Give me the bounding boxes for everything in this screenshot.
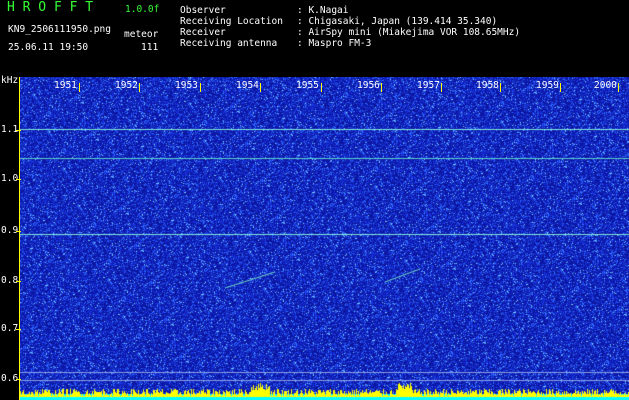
x-tick-mark (500, 83, 501, 92)
x-tick-label: 1954 (236, 80, 259, 91)
filename-label: KN9_2506111950.png (8, 24, 111, 35)
header-panel: H R O F F T 1.0.0f KN9_2506111950.png me… (0, 0, 629, 76)
x-tick-mark (381, 83, 382, 92)
waterfall-canvas (20, 77, 629, 400)
y-axis-line (19, 77, 20, 400)
location-value: : Chigasaki, Japan (139.414 35.340) (297, 16, 498, 27)
observer-label: Observer (180, 5, 226, 16)
observer-value: : K.Nagai (297, 5, 349, 16)
y-tick-mark (16, 231, 21, 232)
count-label: 111 (141, 42, 159, 53)
y-tick-mark (16, 130, 21, 131)
x-tick-mark (560, 83, 561, 92)
x-tick-label: 1956 (357, 80, 380, 91)
x-tick-mark (79, 83, 80, 92)
x-tick-mark (139, 83, 140, 92)
x-tick-label: 1951 (54, 80, 77, 91)
mode-label: meteor (124, 29, 159, 40)
x-tick-label: 1957 (417, 80, 440, 91)
y-tick-mark (16, 281, 21, 282)
receiver-label: Receiver (180, 27, 226, 38)
y-tick-mark (16, 179, 21, 180)
x-tick-mark (200, 83, 201, 92)
x-tick-label: 1953 (175, 80, 198, 91)
y-unit-label: kHz (1, 75, 19, 86)
receiver-value: : AirSpy mini (Miakejima VOR 108.65MHz) (297, 27, 521, 38)
y-tick-mark (16, 329, 21, 330)
x-tick-label: 1952 (115, 80, 138, 91)
antenna-label: Receiving antenna (180, 38, 278, 49)
x-tick-mark (618, 83, 619, 92)
version-label: 1.0.0f (125, 4, 160, 15)
antenna-value: : Maspro FM-3 (297, 38, 372, 49)
x-tick-label: 1955 (296, 80, 319, 91)
app-title: H R O F F T (7, 0, 94, 15)
x-tick-mark (260, 83, 261, 92)
x-tick-label: 2000 (594, 80, 617, 91)
x-tick-mark (441, 83, 442, 92)
x-tick-label: 1959 (536, 80, 559, 91)
x-tick-mark (321, 83, 322, 92)
x-tick-label: 1958 (476, 80, 499, 91)
location-label: Receiving Location (180, 16, 283, 27)
datetime-label: 25.06.11 19:50 (8, 42, 89, 53)
waterfall-plot (20, 77, 629, 400)
y-tick-mark (16, 379, 21, 380)
